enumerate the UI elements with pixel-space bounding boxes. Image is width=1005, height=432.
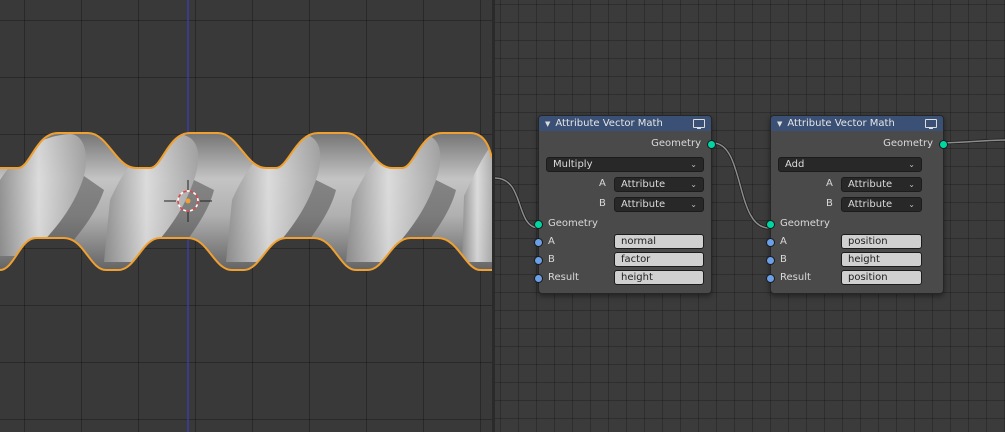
type-b-dropdown[interactable]: Attribute ⌄ [841,197,922,212]
result-label: Result [548,272,579,283]
3d-viewport[interactable] [0,0,492,432]
attr-a-label: A [780,236,787,247]
attr-a-field[interactable]: position [841,234,922,249]
attr-a-socket[interactable] [766,238,775,247]
node-title: Attribute Vector Math [555,118,663,129]
geometry-output-label: Geometry [651,138,701,149]
type-a-value: Attribute [848,179,893,190]
operation-value: Add [785,159,805,170]
result-socket[interactable] [534,274,543,283]
result-socket[interactable] [766,274,775,283]
attribute-vector-math-node-2[interactable]: ▼ Attribute Vector Math Geometry Add ⌄ A… [766,115,948,294]
type-b-value: Attribute [621,199,666,210]
result-field[interactable]: height [614,270,704,285]
attribute-vector-math-node-1[interactable]: ▼ Attribute Vector Math Geometry Multipl… [534,115,716,294]
preview-monitor-icon[interactable] [693,119,705,129]
chevron-down-icon: ⌄ [690,160,697,169]
operation-dropdown[interactable]: Multiply ⌄ [546,157,704,172]
operation-value: Multiply [553,159,593,170]
type-a-label: A [826,178,833,189]
attr-b-label: B [548,254,555,265]
chevron-down-icon: ⌄ [690,180,697,189]
type-a-label: A [599,178,606,189]
chevron-down-icon: ⌄ [908,160,915,169]
operation-dropdown[interactable]: Add ⌄ [778,157,922,172]
attr-b-socket[interactable] [534,256,543,265]
type-a-dropdown[interactable]: Attribute ⌄ [614,177,704,192]
attr-b-label: B [780,254,787,265]
chevron-down-icon: ⌄ [908,200,915,209]
chevron-down-icon: ⌄ [690,200,697,209]
geometry-node-editor[interactable]: ▼ Attribute Vector Math Geometry Multipl… [495,0,1005,432]
chevron-down-icon: ⌄ [908,180,915,189]
attr-b-socket[interactable] [766,256,775,265]
geometry-input-label: Geometry [780,218,830,229]
type-b-value: Attribute [848,199,893,210]
geometry-output-socket[interactable] [707,140,716,149]
geometry-output-socket[interactable] [939,140,948,149]
attr-b-field[interactable]: height [841,252,922,267]
geometry-input-socket[interactable] [766,220,775,229]
type-b-label: B [599,198,606,209]
attr-a-label: A [548,236,555,247]
link-node1-to-node2 [712,142,770,229]
node-header[interactable]: ▼ Attribute Vector Math [771,116,943,131]
attr-a-socket[interactable] [534,238,543,247]
collapse-triangle-icon[interactable]: ▼ [777,120,782,128]
geometry-input-socket[interactable] [534,220,543,229]
viewport-scene [0,0,492,432]
type-b-label: B [826,198,833,209]
type-a-dropdown[interactable]: Attribute ⌄ [841,177,922,192]
type-b-dropdown[interactable]: Attribute ⌄ [614,197,704,212]
node-header[interactable]: ▼ Attribute Vector Math [539,116,711,131]
geometry-input-label: Geometry [548,218,598,229]
type-a-value: Attribute [621,179,666,190]
attr-b-field[interactable]: factor [614,252,704,267]
attr-a-field[interactable]: normal [614,234,704,249]
collapse-triangle-icon[interactable]: ▼ [545,120,550,128]
result-label: Result [780,272,811,283]
node-title: Attribute Vector Math [787,118,895,129]
preview-monitor-icon[interactable] [925,119,937,129]
link-input-to-node1 [495,177,540,229]
result-field[interactable]: position [841,270,922,285]
geometry-output-label: Geometry [883,138,933,149]
